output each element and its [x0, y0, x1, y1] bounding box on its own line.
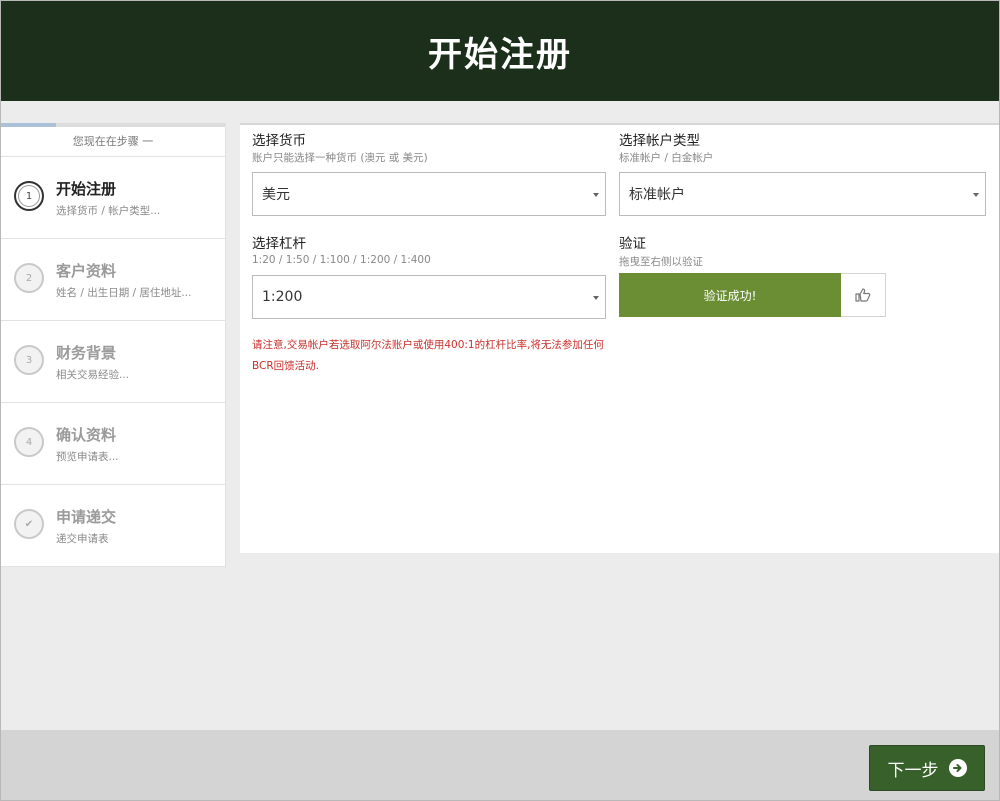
leverage-label: 选择杠杆	[252, 236, 306, 252]
verify-slider-track: 验证成功!	[619, 273, 841, 317]
step-number-badge: 4	[14, 427, 44, 457]
currency-select-value: 美元	[262, 187, 290, 203]
caret-down-icon	[973, 193, 979, 197]
next-step-button[interactable]: 下一步	[869, 745, 985, 791]
step-number-badge: 3	[14, 345, 44, 375]
step-progress-bar	[1, 123, 225, 127]
step-item-2[interactable]: 2 客户资料 姓名 / 出生日期 / 居住地址...	[1, 239, 225, 321]
bcr-notice-line-1: 请注意,交易帐户若选取阿尔法账户或使用400:1的杠杆比率,将无法参加任何	[252, 339, 604, 351]
arrow-circle-right-icon	[948, 759, 967, 777]
step-subtitle: 姓名 / 出生日期 / 居住地址...	[56, 287, 192, 299]
currency-select[interactable]: 美元	[252, 172, 606, 216]
verify-label: 验证	[619, 236, 646, 252]
step-subtitle: 递交申请表	[56, 533, 109, 545]
thumbs-up-icon	[855, 288, 871, 302]
step-sidebar: 您现在在步骤 一 1 开始注册 选择货币 / 帐户类型... 2 客户资料 姓名…	[1, 123, 226, 567]
step-subtitle: 相关交易经验...	[56, 369, 130, 381]
leverage-hint: 1:20 / 1:50 / 1:100 / 1:200 / 1:400	[252, 254, 431, 266]
step-item-5[interactable]: ✔ 申请递交 递交申请表	[1, 485, 225, 567]
caret-down-icon	[593, 193, 599, 197]
current-step-label: 您现在在步骤 一	[1, 127, 225, 157]
step-title: 确认资料	[56, 426, 117, 444]
step-item-1[interactable]: 1 开始注册 选择货币 / 帐户类型...	[1, 157, 225, 239]
step-number-badge: 2	[14, 263, 44, 293]
step-progress-fill	[1, 123, 56, 127]
account-type-label: 选择帐户类型	[619, 133, 700, 149]
page-header: 开始注册	[1, 1, 999, 101]
check-icon: ✔	[14, 509, 44, 539]
arrow-right-glyph	[952, 764, 961, 772]
caret-down-icon	[593, 296, 599, 300]
registration-form: 选择货币 账户只能选择一种货币 (澳元 或 美元) 美元 选择帐户类型 标准帐户…	[240, 123, 999, 553]
step-item-4[interactable]: 4 确认资料 预览申请表...	[1, 403, 225, 485]
account-type-select-value: 标准帐户	[629, 187, 685, 203]
account-type-hint: 标准帐户 / 白金帐户	[619, 152, 714, 164]
verify-hint: 拖曳至右侧以验证	[619, 256, 703, 268]
currency-label: 选择货币	[252, 133, 306, 149]
step-subtitle: 预览申请表...	[56, 451, 119, 463]
next-step-label: 下一步	[887, 760, 939, 781]
bcr-notice-line-2: BCR回馈活动.	[252, 360, 319, 372]
page-title: 开始注册	[428, 34, 572, 75]
step-title: 财务背景	[56, 344, 117, 362]
account-type-select[interactable]: 标准帐户	[619, 172, 986, 216]
step-item-3[interactable]: 3 财务背景 相关交易经验...	[1, 321, 225, 403]
verify-status-text: 验证成功!	[703, 288, 757, 303]
step-title: 申请递交	[56, 508, 117, 526]
step-title: 开始注册	[56, 180, 117, 198]
leverage-select[interactable]: 1:200	[252, 275, 606, 319]
page-footer: 下一步	[1, 730, 999, 800]
currency-hint: 账户只能选择一种货币 (澳元 或 美元)	[252, 152, 428, 164]
leverage-select-value: 1:200	[262, 289, 303, 305]
step-subtitle: 选择货币 / 帐户类型...	[56, 205, 161, 217]
step-number-badge: 1	[14, 181, 44, 211]
step-title: 客户资料	[56, 262, 117, 280]
bcr-notice: 请注意,交易帐户若选取阿尔法账户或使用400:1的杠杆比率,将无法参加任何 BC…	[252, 335, 612, 377]
verify-slider-handle[interactable]	[841, 273, 886, 317]
